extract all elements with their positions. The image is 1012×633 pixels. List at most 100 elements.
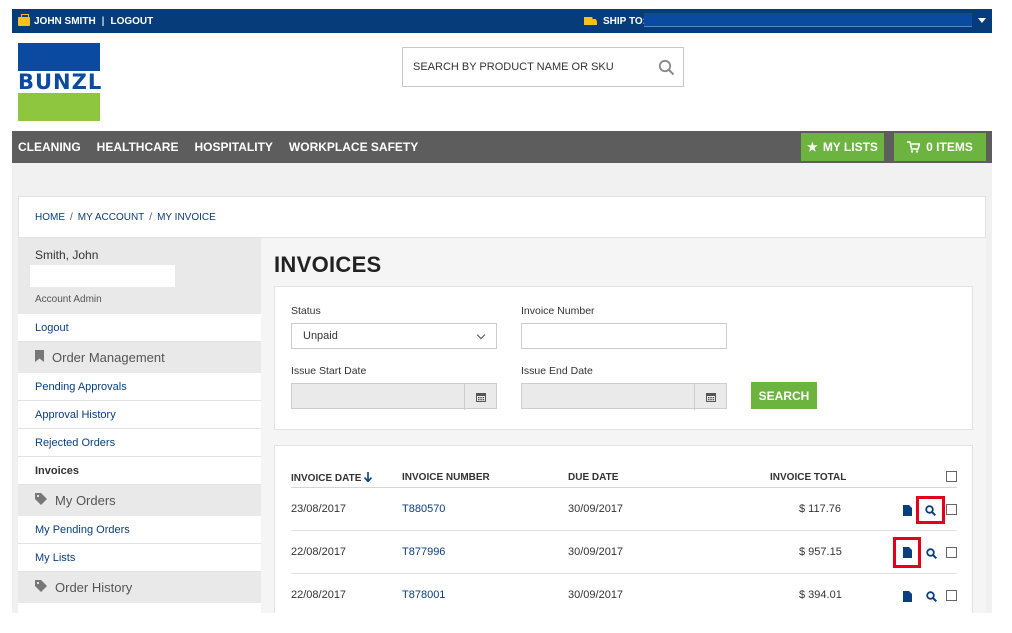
invoice-total-cell: $ 117.76 [799, 503, 842, 515]
search-button[interactable]: SEARCH [751, 382, 817, 409]
invoice-number-field[interactable] [521, 323, 727, 349]
tag-icon [35, 580, 47, 595]
arrow-down-icon [364, 472, 373, 483]
status-label: Status [291, 305, 321, 317]
document-icon[interactable] [901, 503, 913, 517]
row-checkbox[interactable] [946, 590, 957, 601]
bunzl-logo[interactable]: BUNZL [18, 43, 103, 121]
invoice-date-cell: 22/08/2017 [291, 546, 347, 558]
cart-label: 0 ITEMS [926, 140, 973, 154]
col-label: INVOICE DATE [291, 473, 362, 484]
col-invoice-total[interactable]: INVOICE TOTAL [770, 472, 846, 483]
ship-to-select[interactable] [644, 13, 972, 27]
row-checkbox[interactable] [946, 547, 957, 558]
section-title: Order Management [52, 350, 165, 365]
ship-to-label: SHIP TO: [603, 15, 646, 27]
sidebar-item-invoices[interactable]: Invoices [18, 457, 261, 485]
nav-hospitality[interactable]: HOSPITALITY [194, 140, 272, 154]
separator: | [101, 15, 105, 27]
breadcrumb-my-invoice: MY INVOICE [157, 211, 216, 223]
issue-start-date-field[interactable] [291, 383, 497, 410]
calendar-icon[interactable] [694, 384, 726, 410]
search-icon[interactable] [658, 59, 675, 81]
header: BUNZL [12, 33, 992, 131]
breadcrumb-home[interactable]: HOME [35, 212, 65, 223]
my-lists-label: MY LISTS [822, 140, 878, 154]
logo-blue-band [18, 43, 100, 71]
nav-cleaning[interactable]: CLEANING [18, 140, 81, 154]
table-row: 22/08/2017 T878001 30/09/2017 $ 394.01 [291, 575, 957, 613]
user-area: JOHN SMITH | LOGOUT [18, 13, 153, 27]
invoice-total-cell: $ 957.15 [799, 546, 842, 558]
table-header: INVOICE DATE INVOICE NUMBER DUE DATE INV… [291, 471, 957, 488]
nav-healthcare[interactable]: HEALTHCARE [97, 140, 179, 154]
invoice-number-link[interactable]: T878001 [402, 589, 445, 601]
invoice-date-cell: 22/08/2017 [291, 589, 347, 601]
sidebar-item-pending-approvals[interactable]: Pending Approvals [18, 373, 261, 401]
table-row: 23/08/2017 T880570 30/09/2017 $ 117.76 [291, 489, 957, 531]
section-title: My Orders [55, 493, 116, 508]
briefcase-icon [18, 13, 30, 26]
issue-end-date-label: Issue End Date [521, 365, 593, 377]
sidebar-logout[interactable]: Logout [18, 314, 261, 342]
due-date-cell: 30/09/2017 [568, 589, 624, 601]
tag-icon [35, 493, 47, 508]
invoice-number-link[interactable]: T877996 [402, 546, 445, 558]
col-due-date[interactable]: DUE DATE [568, 472, 618, 483]
top-logout-link[interactable]: LOGOUT [110, 16, 153, 27]
calendar-icon[interactable] [464, 384, 496, 410]
section-order-management: Order Management [18, 342, 261, 373]
search-input[interactable] [413, 48, 653, 86]
nav-workplace-safety[interactable]: WORKPLACE SAFETY [289, 140, 418, 154]
section-title: Order History [55, 580, 133, 595]
document-icon[interactable] [893, 537, 921, 568]
bookmark-icon [35, 350, 44, 365]
profile-block: Smith, John Account Admin [18, 238, 261, 314]
breadcrumb-separator: / [70, 211, 73, 223]
sidebar-item-my-pending-orders[interactable]: My Pending Orders [18, 516, 261, 544]
due-date-cell: 30/09/2017 [568, 503, 624, 515]
main-nav: CLEANING HEALTHCARE HOSPITALITY WORKPLAC… [12, 131, 992, 163]
main-content: INVOICES Status Unpaid Invoice Number Is… [261, 238, 986, 613]
browser-frame: JOHN SMITH | LOGOUT SHIP TO: BUNZL CLEAN… [12, 9, 992, 613]
due-date-cell: 30/09/2017 [568, 546, 624, 558]
invoice-date-cell: 23/08/2017 [291, 503, 347, 515]
section-order-history: Order History [18, 572, 261, 603]
sidebar-item-my-lists[interactable]: My Lists [18, 544, 261, 572]
invoice-number-label: Invoice Number [521, 305, 595, 317]
select-all-checkbox[interactable] [946, 471, 957, 482]
search-box [402, 47, 684, 87]
chevron-down-icon[interactable] [978, 18, 986, 23]
invoice-filter-panel: Status Unpaid Invoice Number Issue Start… [274, 286, 973, 430]
logo-wordmark: BUNZL [18, 70, 103, 94]
cart-icon [907, 141, 921, 153]
my-lists-button[interactable]: ★ MY LISTS [801, 133, 884, 161]
top-user-name[interactable]: JOHN SMITH [34, 16, 96, 27]
col-invoice-date[interactable]: INVOICE DATE [291, 472, 373, 484]
star-icon: ★ [807, 140, 818, 154]
issue-end-date-field[interactable] [521, 383, 727, 410]
redacted-field [30, 265, 175, 287]
invoice-total-cell: $ 394.01 [799, 589, 842, 601]
view-invoice-icon[interactable] [925, 589, 937, 603]
view-invoice-icon[interactable] [916, 496, 945, 524]
row-checkbox[interactable] [946, 504, 957, 515]
sidebar-item-rejected-orders[interactable]: Rejected Orders [18, 429, 261, 457]
breadcrumb-my-account[interactable]: MY ACCOUNT [78, 212, 145, 223]
view-invoice-icon[interactable] [925, 546, 937, 560]
document-icon[interactable] [901, 589, 913, 603]
breadcrumb-separator: / [149, 211, 153, 223]
top-bar: JOHN SMITH | LOGOUT SHIP TO: [12, 9, 992, 33]
section-my-orders: My Orders [18, 485, 261, 516]
col-invoice-number[interactable]: INVOICE NUMBER [402, 472, 490, 483]
ship-to[interactable]: SHIP TO: [584, 9, 646, 33]
sidebar-item-approval-history[interactable]: Approval History [18, 401, 261, 429]
sidebar-role: Account Admin [35, 294, 102, 305]
invoice-number-link[interactable]: T880570 [402, 503, 445, 515]
status-select[interactable]: Unpaid [291, 323, 497, 349]
sidebar-user-name: Smith, John [35, 248, 99, 262]
cart-button[interactable]: 0 ITEMS [894, 133, 986, 161]
invoice-table: INVOICE DATE INVOICE NUMBER DUE DATE INV… [274, 445, 973, 613]
status-value: Unpaid [303, 330, 338, 342]
logo-green-band [18, 93, 100, 121]
